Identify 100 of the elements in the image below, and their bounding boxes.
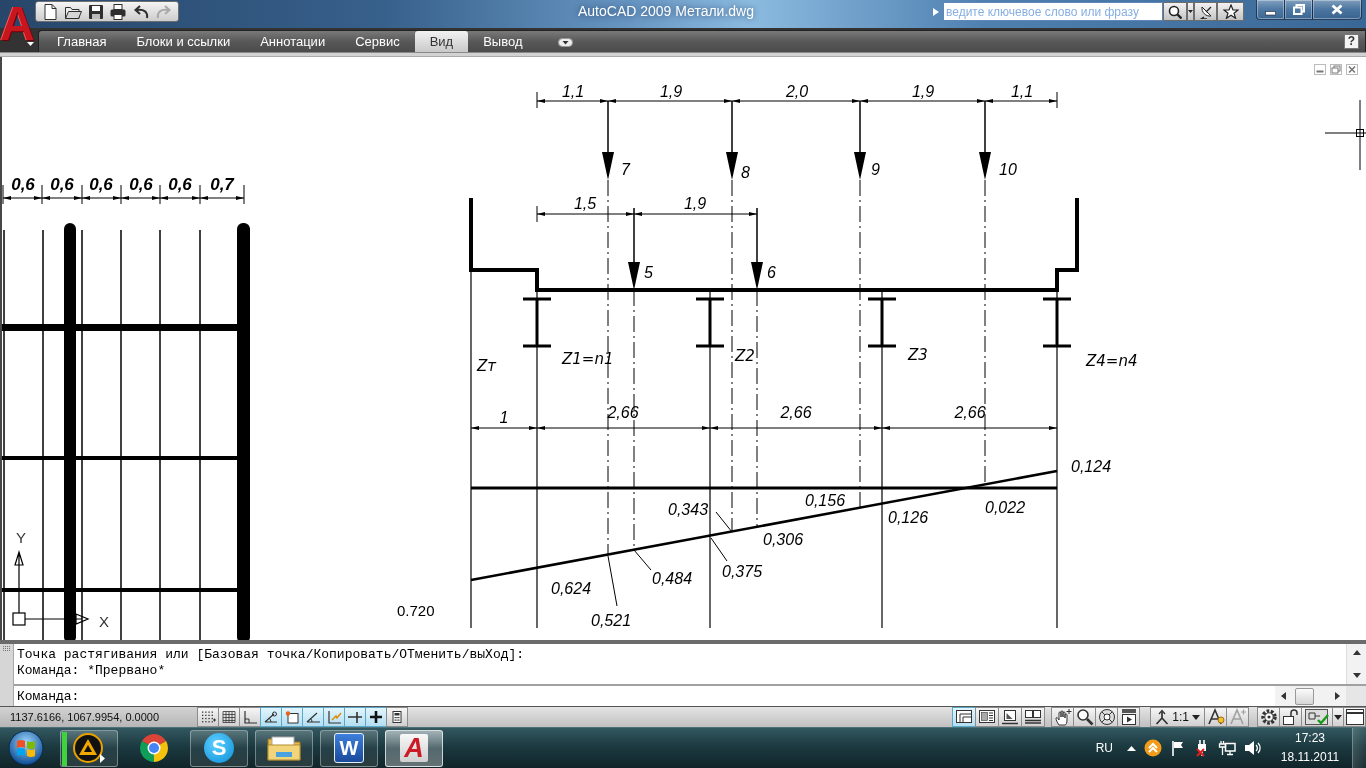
search-button[interactable] — [1163, 2, 1187, 21]
menu-button[interactable] — [1332, 707, 1344, 727]
taskbar-button[interactable] — [60, 729, 118, 767]
dimension-label: 1,9 — [683, 195, 707, 212]
dotted-grid-icon — [200, 710, 216, 724]
clock-button[interactable]: 17:23 18.11.2011 — [1274, 729, 1346, 767]
bar-plus-icon — [347, 710, 363, 724]
down-arrow-icon — [628, 207, 640, 290]
ribbon-tab[interactable]: Сервис — [340, 31, 415, 52]
dimension-label: 2,0 — [785, 83, 809, 100]
close-icon — [1331, 4, 1343, 15]
annotation-scale-button[interactable]: 1:1 — [1150, 707, 1205, 727]
search-icon — [1168, 4, 1182, 19]
volume-button[interactable] — [1244, 740, 1262, 756]
frame-corner-icon — [955, 709, 974, 725]
ordinate-value: 0,343 — [668, 501, 709, 518]
close-icon[interactable] — [1346, 64, 1358, 75]
dropdown-button[interactable] — [1187, 2, 1194, 21]
tray-button[interactable] — [1301, 707, 1333, 727]
grid-toggle[interactable] — [218, 707, 240, 727]
antenna-button[interactable] — [1194, 2, 1217, 21]
beam-label: Z2 — [735, 347, 755, 365]
command-history-line: Точка растягивания или [Базовая точка/Копировать/ОТменить/выХод]: — [17, 647, 526, 663]
down-arrow-icon — [726, 100, 738, 180]
ribbon-toggle-button[interactable] — [557, 38, 573, 47]
dimension-label: 0,6 — [50, 175, 74, 194]
pan-button[interactable] — [1051, 707, 1075, 727]
lwt-toggle[interactable] — [365, 707, 387, 727]
right-arrow-icon[interactable] — [1335, 692, 1340, 700]
expand-arrow-icon[interactable] — [933, 8, 939, 16]
down-arrow-icon[interactable] — [1352, 673, 1361, 678]
zoom-button[interactable] — [1073, 707, 1097, 727]
ordinate-value: 0,156 — [805, 492, 846, 509]
load-number: 10 — [999, 161, 1017, 178]
ribbon-tab[interactable]: Главная — [42, 31, 122, 52]
ribbon-tab[interactable]: Аннотации — [245, 31, 341, 52]
wheel-button[interactable] — [1095, 707, 1119, 727]
drawings-button[interactable] — [1021, 707, 1046, 727]
ordinate-value: 0,126 — [888, 509, 929, 526]
ducs-toggle[interactable] — [323, 707, 345, 727]
window-title: AutoCAD 2009 Метали.dwg — [578, 3, 755, 21]
ucs-icon — [12, 549, 90, 626]
osnap-toggle[interactable] — [281, 707, 303, 727]
ribbon-tab[interactable]: Вид — [414, 31, 469, 52]
dyn-toggle[interactable] — [344, 707, 366, 727]
action-center-button[interactable] — [1170, 740, 1186, 756]
wheel-icon — [1097, 708, 1116, 726]
polar-toggle[interactable] — [260, 707, 282, 727]
close-button[interactable] — [1312, 0, 1362, 20]
help-button[interactable]: ? — [1344, 34, 1359, 49]
right-angle-icon — [242, 710, 258, 724]
down-arrow-icon — [979, 100, 991, 180]
plug-monitor-icon — [1218, 740, 1236, 756]
favorites-button[interactable] — [1217, 2, 1244, 21]
workspace-button[interactable] — [1257, 707, 1280, 727]
ortho-toggle[interactable] — [239, 707, 261, 727]
taskbar-button[interactable] — [255, 729, 313, 767]
plus-icon — [368, 710, 384, 724]
visibility-button[interactable] — [1204, 707, 1227, 727]
caret-icon — [27, 42, 34, 46]
search-field[interactable]: ведите ключевое слово или фразу — [943, 2, 1163, 21]
qp-toggle[interactable] — [386, 707, 408, 727]
motion-button[interactable] — [1117, 707, 1141, 727]
ribbon-tab[interactable]: Вывод — [468, 31, 538, 52]
lock-button[interactable] — [1279, 707, 1302, 727]
flag-icon — [1170, 740, 1186, 756]
minimize-button[interactable] — [1256, 0, 1285, 20]
restore-icon[interactable] — [1330, 64, 1342, 75]
scrollbar-thumb[interactable] — [1295, 687, 1314, 705]
cleanscreen-button[interactable] — [1343, 707, 1366, 727]
snap-toggle[interactable] — [197, 707, 219, 727]
minimize-icon[interactable] — [1314, 64, 1326, 75]
magnifier-icon — [1075, 708, 1094, 726]
printer-icon — [109, 2, 128, 21]
language-button[interactable]: RU — [1095, 741, 1113, 755]
network-button[interactable] — [1218, 740, 1236, 756]
square-corner-icon — [284, 710, 300, 724]
load-number: 6 — [767, 264, 776, 281]
dimension-label: 2,66 — [607, 404, 639, 421]
left-arrow-icon[interactable] — [1281, 692, 1286, 700]
tray-app-button[interactable] — [1144, 739, 1162, 757]
taskbar-button[interactable]: W — [320, 729, 378, 767]
star-icon — [1222, 4, 1239, 19]
show-hidden-icons-button[interactable] — [1127, 745, 1136, 751]
strip-icon — [62, 731, 67, 766]
beam-label: Zт — [477, 357, 496, 375]
restore-button[interactable] — [1284, 0, 1313, 20]
show-desktop-button[interactable] — [1352, 728, 1366, 768]
taskbar-button[interactable]: A — [385, 729, 443, 767]
dimension-label: 2,66 — [780, 404, 812, 421]
dimension-label: 0,6 — [168, 175, 192, 194]
layout-button[interactable] — [998, 707, 1023, 727]
ribbon-tab[interactable]: Блоки и ссылки — [121, 31, 246, 52]
model-button[interactable] — [952, 707, 977, 727]
otrack-toggle[interactable] — [302, 707, 324, 727]
layouts-button[interactable] — [975, 707, 1000, 727]
up-arrow-icon[interactable] — [1352, 650, 1361, 655]
calculator-icon — [389, 710, 405, 724]
dimension-label: 2,66 — [954, 404, 986, 421]
axes-bolt-icon — [326, 710, 342, 724]
